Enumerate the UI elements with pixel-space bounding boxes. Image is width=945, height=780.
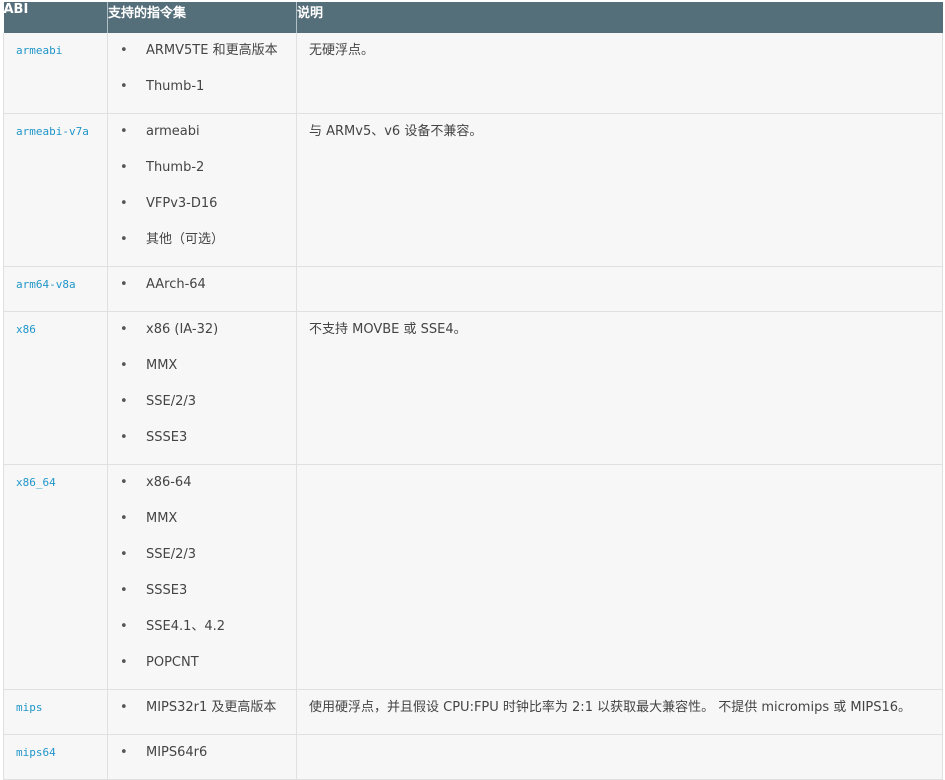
table-row-mips: mips MIPS32r1 及更高版本 使用硬浮点，并且假设 CPU:FPU 时…	[3, 689, 943, 735]
isa-item: x86 (IA-32)	[108, 316, 296, 352]
isa-item: SSE/2/3	[108, 541, 296, 577]
isa-item: VFPv3-D16	[108, 190, 296, 226]
isa-cell: armeabi Thumb-2 VFPv3-D16 其他（可选）	[107, 113, 297, 267]
isa-cell: MIPS64r6	[107, 734, 297, 780]
description-text: 不支持 MOVBE 或 SSE4。	[309, 322, 467, 337]
isa-item: x86-64	[108, 469, 296, 505]
isa-item: SSSE3	[108, 424, 296, 460]
isa-cell: x86-64 MMX SSE/2/3 SSSE3 SSE4.1、4.2 POPC…	[107, 464, 297, 690]
isa-item: MIPS64r6	[108, 739, 296, 775]
isa-list: x86-64 MMX SSE/2/3 SSSE3 SSE4.1、4.2 POPC…	[108, 465, 296, 689]
isa-cell: ARMV5TE 和更高版本 Thumb-1	[107, 33, 297, 114]
table-row-x86: x86 x86 (IA-32) MMX SSE/2/3 SSSE3 不支持 MO…	[3, 311, 943, 465]
table-row-armeabi: armeabi ARMV5TE 和更高版本 Thumb-1 无硬浮点。	[3, 33, 943, 114]
isa-list: armeabi Thumb-2 VFPv3-D16 其他（可选）	[108, 114, 296, 266]
header-abi: ABI	[3, 2, 108, 33]
abi-cell: x86	[3, 311, 108, 465]
description-text: 与 ARMv5、v6 设备不兼容。	[309, 124, 483, 139]
description-text: 无硬浮点。	[309, 43, 375, 58]
table-row-armeabi-v7a: armeabi-v7a armeabi Thumb-2 VFPv3-D16 其他…	[3, 113, 943, 267]
description-text	[297, 465, 942, 479]
table-row-x86-64: x86_64 x86-64 MMX SSE/2/3 SSSE3 SSE4.1、4…	[3, 464, 943, 690]
isa-item: Thumb-2	[108, 154, 296, 190]
isa-item: ARMV5TE 和更高版本	[108, 37, 296, 73]
desc-cell	[296, 464, 943, 690]
table-row-arm64-v8a: arm64-v8a AArch-64	[3, 266, 943, 312]
desc-cell	[296, 734, 943, 780]
isa-item: 其他（可选）	[108, 226, 296, 262]
isa-item: MIPS32r1 及更高版本	[108, 694, 296, 730]
isa-list: AArch-64	[108, 267, 296, 311]
abi-cell: arm64-v8a	[3, 266, 108, 312]
abi-link-armeabi[interactable]: armeabi	[4, 33, 107, 69]
abi-cell: x86_64	[3, 464, 108, 690]
isa-item: MMX	[108, 505, 296, 541]
isa-item: SSE/2/3	[108, 388, 296, 424]
abi-link-mips64[interactable]: mips64	[4, 735, 107, 771]
isa-item: POPCNT	[108, 649, 296, 685]
description-text	[297, 267, 942, 281]
table-row-mips64: mips64 MIPS64r6	[3, 734, 943, 780]
isa-list: MIPS64r6	[108, 735, 296, 779]
abi-cell: mips64	[3, 734, 108, 780]
isa-item: SSE4.1、4.2	[108, 613, 296, 649]
description-text: 使用硬浮点，并且假设 CPU:FPU 时钟比率为 2:1 以获取最大兼容性。 不…	[309, 700, 912, 715]
isa-cell: x86 (IA-32) MMX SSE/2/3 SSSE3	[107, 311, 297, 465]
desc-cell	[296, 266, 943, 312]
abi-link-arm64-v8a[interactable]: arm64-v8a	[4, 267, 107, 303]
abi-cell: armeabi	[3, 33, 108, 114]
isa-cell: MIPS32r1 及更高版本	[107, 689, 297, 735]
isa-item: AArch-64	[108, 271, 296, 307]
desc-cell: 不支持 MOVBE 或 SSE4。	[296, 311, 943, 465]
abi-cell: armeabi-v7a	[3, 113, 108, 267]
desc-cell: 与 ARMv5、v6 设备不兼容。	[296, 113, 943, 267]
header-description: 说明	[296, 2, 943, 33]
desc-cell: 使用硬浮点，并且假设 CPU:FPU 时钟比率为 2:1 以获取最大兼容性。 不…	[296, 689, 943, 735]
abi-link-x86[interactable]: x86	[4, 312, 107, 348]
abi-link-armeabi-v7a[interactable]: armeabi-v7a	[4, 114, 107, 150]
isa-list: ARMV5TE 和更高版本 Thumb-1	[108, 33, 296, 113]
table-body: armeabi ARMV5TE 和更高版本 Thumb-1 无硬浮点。 arme…	[3, 33, 943, 780]
isa-item: Thumb-1	[108, 73, 296, 109]
abi-link-mips[interactable]: mips	[4, 690, 107, 726]
isa-item: armeabi	[108, 118, 296, 154]
abi-table: ABI 支持的指令集 说明 armeabi ARMV5TE 和更高版本 Thum…	[3, 2, 943, 780]
isa-cell: AArch-64	[107, 266, 297, 312]
isa-item: SSSE3	[108, 577, 296, 613]
abi-cell: mips	[3, 689, 108, 735]
isa-list: MIPS32r1 及更高版本	[108, 690, 296, 734]
isa-list: x86 (IA-32) MMX SSE/2/3 SSSE3	[108, 312, 296, 464]
abi-link-x86-64[interactable]: x86_64	[4, 465, 107, 501]
isa-item: MMX	[108, 352, 296, 388]
header-instruction-sets: 支持的指令集	[107, 2, 297, 33]
desc-cell: 无硬浮点。	[296, 33, 943, 114]
header-row: ABI 支持的指令集 说明	[3, 2, 943, 33]
description-text	[297, 735, 942, 749]
table-header: ABI 支持的指令集 说明	[3, 2, 943, 33]
